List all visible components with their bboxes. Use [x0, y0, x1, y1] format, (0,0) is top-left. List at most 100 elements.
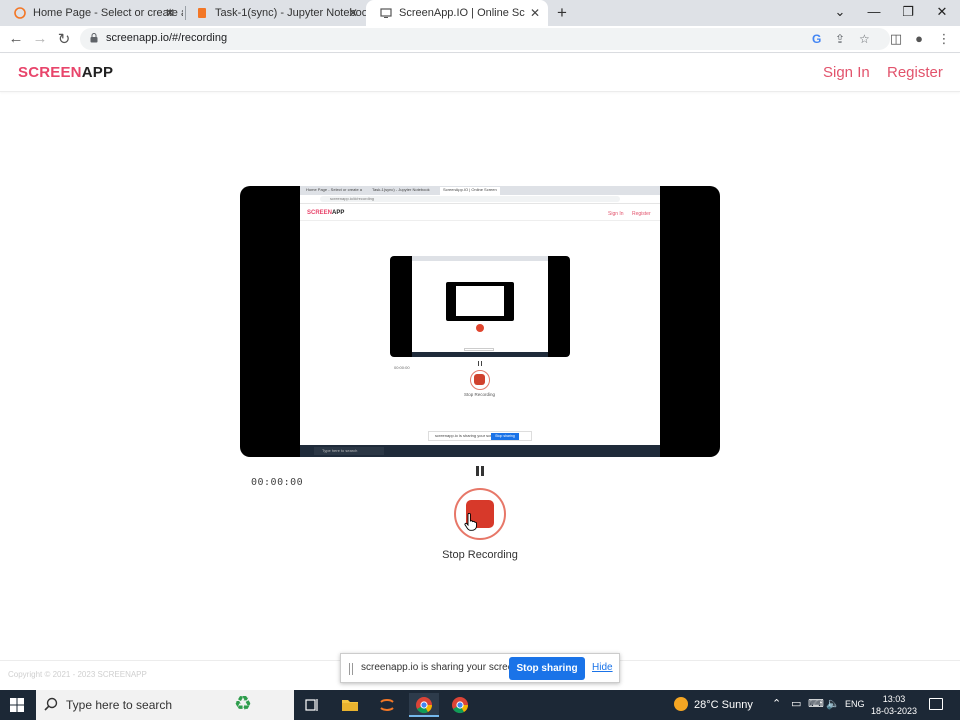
- stop-recording-label: Stop Recording: [442, 549, 518, 561]
- lock-icon[interactable]: [90, 33, 98, 43]
- new-tab-button[interactable]: +: [553, 3, 571, 23]
- screenapp-logo[interactable]: SCREENAPP: [18, 64, 113, 81]
- browser-tab-strip: Home Page - Select or create a n ✕ Task-…: [0, 0, 960, 26]
- mini-timer: 00:00:00: [394, 365, 410, 370]
- restore-button[interactable]: ❐: [899, 4, 917, 20]
- screen-sharing-bar: screenapp.io is sharing your screen. Sto…: [340, 653, 620, 683]
- task-view-icon[interactable]: [297, 693, 327, 717]
- tab-label: ScreenApp.IO | Online Screen: [399, 7, 525, 19]
- stop-sharing-button[interactable]: Stop sharing: [509, 657, 585, 680]
- tab-search-dropdown-icon[interactable]: ⌄: [831, 4, 849, 20]
- mini-stop-sharing: Stop sharing: [491, 433, 519, 440]
- forward-icon[interactable]: →: [31, 30, 49, 47]
- bookmark-star-icon[interactable]: ☆: [859, 32, 870, 46]
- reload-icon[interactable]: ↻: [55, 30, 73, 48]
- mini2-share-bar: [464, 348, 494, 351]
- hide-link[interactable]: Hide: [592, 662, 613, 673]
- mini2-taskbar: [412, 352, 548, 357]
- sun-icon: [674, 697, 688, 711]
- logo-part-app: APP: [81, 64, 114, 81]
- profile-icon[interactable]: ●: [910, 31, 928, 46]
- sharing-message: screenapp.io is sharing your screen.: [361, 662, 522, 673]
- windows-start-icon[interactable]: [10, 698, 24, 712]
- browser-toolbar: ← → ↻ screenapp.io/#/recording G ⇪ ☆ ◫ ●…: [0, 26, 960, 53]
- tab-label: Home Page - Select or create a n: [33, 7, 183, 19]
- mini-stop-button: [470, 370, 490, 390]
- search-icon: [44, 697, 58, 711]
- notebook-icon: [198, 8, 206, 18]
- share-icon[interactable]: ⇪: [835, 32, 845, 46]
- address-bar[interactable]: screenapp.io/#/recording G ⇪ ☆: [80, 28, 890, 50]
- mini-share-text: screenapp.io is sharing your screen.: [435, 433, 500, 438]
- close-icon[interactable]: ✕: [528, 6, 542, 20]
- mini-url: screenapp.io/#/recording: [320, 196, 620, 202]
- monitor-icon: [380, 8, 392, 18]
- mini-logo: SCREENAPP: [307, 210, 344, 216]
- search-placeholder: Type here to search: [66, 698, 173, 712]
- mini-taskbar: Type here to search: [300, 445, 660, 457]
- weather-widget[interactable]: 28°C Sunny: [674, 697, 753, 711]
- notification-icon[interactable]: [929, 698, 943, 710]
- sign-in-link[interactable]: Sign In: [823, 64, 870, 81]
- chrome-app-icon-active[interactable]: [409, 693, 439, 717]
- url-text[interactable]: screenapp.io/#/recording: [106, 32, 227, 44]
- show-hidden-icons-chevron-icon[interactable]: ⌃: [772, 697, 781, 710]
- pause-icon-bar: [481, 466, 484, 476]
- mini-sign-in: Sign In: [608, 211, 624, 217]
- mini-pause-icon: [478, 361, 482, 366]
- taskbar-search[interactable]: Type here to search ♻: [36, 690, 294, 720]
- preview-screen-capture: Home Page - Select or create a Task-1(sy…: [300, 186, 660, 457]
- mini-register: Register: [632, 211, 651, 217]
- chrome-app-icon[interactable]: [445, 693, 475, 717]
- drag-handle[interactable]: [349, 663, 353, 675]
- pause-icon: [476, 466, 479, 476]
- minimize-button[interactable]: —: [865, 4, 883, 19]
- mini-logo-part-screen: SCREEN: [307, 210, 333, 216]
- pause-button[interactable]: [472, 463, 488, 479]
- close-icon[interactable]: ✕: [346, 6, 360, 20]
- clock-time: 13:03: [882, 694, 906, 704]
- mini2-stop-button: [476, 324, 484, 332]
- side-panel-icon[interactable]: ◫: [887, 31, 905, 47]
- tab-label: Task-1(sync) - Jupyter Notebook: [215, 7, 366, 19]
- close-window-button[interactable]: ✕: [933, 4, 951, 20]
- mini-share-bar: screenapp.io is sharing your screen. Sto…: [428, 431, 532, 441]
- menu-kebab-icon[interactable]: ⋮: [935, 31, 953, 47]
- jupyter-icon: [14, 7, 26, 19]
- google-icon[interactable]: G: [812, 32, 821, 46]
- mini2-tab-strip: [412, 256, 548, 261]
- hand-cursor-icon: [464, 513, 477, 531]
- taskbar-clock[interactable]: 13:03 18-03-2023: [866, 693, 922, 717]
- mini-tab: Task-1(sync) - Jupyter Notebook: [372, 187, 430, 192]
- back-icon[interactable]: ←: [7, 30, 25, 47]
- jupyter-app-icon[interactable]: [372, 693, 402, 717]
- tab-jupyter-notebook[interactable]: Task-1(sync) - Jupyter Notebook ✕: [182, 0, 366, 26]
- weather-text: 28°C Sunny: [694, 699, 753, 711]
- mini-tab: Home Page - Select or create a: [306, 187, 363, 192]
- language-indicator[interactable]: ENG: [845, 699, 865, 709]
- mini2-preview: [446, 282, 514, 321]
- mini-logo-part-app: APP: [332, 210, 345, 216]
- register-link[interactable]: Register: [887, 64, 943, 81]
- windows-taskbar: Type here to search ♻ 28°C Sunny ⌃ ▭ ⌨ 🔈…: [0, 690, 960, 720]
- network-icon[interactable]: ⌨: [808, 697, 824, 710]
- mini-tab-strip: Home Page - Select or create a Task-1(sy…: [300, 186, 660, 195]
- mini2-screen: [412, 256, 548, 357]
- recycle-icon: ♻: [234, 693, 252, 715]
- volume-muted-icon[interactable]: 🔈: [826, 697, 840, 710]
- screen-preview: Home Page - Select or create a Task-1(sy…: [240, 186, 720, 457]
- logo-part-screen: SCREEN: [18, 64, 82, 81]
- file-explorer-icon[interactable]: [335, 693, 365, 717]
- mini-search: Type here to search: [314, 447, 384, 455]
- tab-screenapp[interactable]: ScreenApp.IO | Online Screen ✕: [366, 0, 548, 26]
- app-header: SCREENAPP Sign In Register: [0, 54, 960, 92]
- copyright-text: Copyright © 2021 - 2023 SCREENAPP: [8, 670, 147, 679]
- recording-timer: 00:00:00: [251, 477, 304, 488]
- meet-now-icon[interactable]: ▭: [791, 697, 801, 710]
- clock-date: 18-03-2023: [870, 706, 918, 716]
- mini-preview: [390, 256, 570, 357]
- mini-divider: [300, 220, 660, 221]
- tab-home-page[interactable]: Home Page - Select or create a n ✕: [0, 0, 183, 26]
- close-icon[interactable]: ✕: [163, 6, 177, 20]
- stop-recording-button[interactable]: [454, 488, 506, 540]
